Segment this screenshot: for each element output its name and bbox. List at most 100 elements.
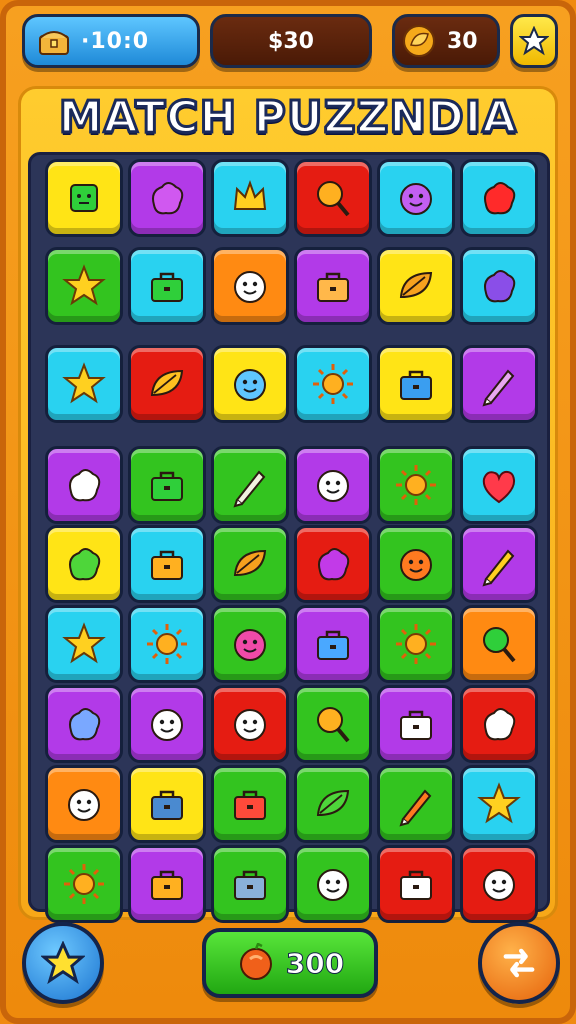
tile-r9-c4[interactable] xyxy=(294,845,372,923)
tile-r5-c1[interactable] xyxy=(45,525,123,603)
green-star-icon xyxy=(62,622,106,664)
tile-r6-c5[interactable] xyxy=(377,605,455,683)
tile-r6-c2[interactable] xyxy=(128,605,206,683)
tile-r2-c5[interactable] xyxy=(377,247,455,325)
blob-icon xyxy=(318,548,350,581)
favorite-star-button[interactable] xyxy=(510,14,558,68)
tile-r4-c2[interactable] xyxy=(128,446,206,524)
tile-board xyxy=(28,152,550,923)
tile-r4-c1[interactable] xyxy=(45,446,123,524)
tile-r8-c3[interactable] xyxy=(211,765,289,843)
tile-r3-c1[interactable] xyxy=(45,345,123,423)
bottle-icon xyxy=(233,470,266,508)
tile-r6-c1[interactable] xyxy=(45,605,123,683)
star-face-icon xyxy=(62,264,106,306)
jellybean-icon xyxy=(484,182,516,215)
crown-icon xyxy=(233,180,267,210)
tile-r8-c6[interactable] xyxy=(460,765,538,843)
tile-r7-c5[interactable] xyxy=(377,685,455,763)
lollipop-icon xyxy=(483,627,516,663)
tile-r2-c1[interactable] xyxy=(45,247,123,325)
tile-r9-c6[interactable] xyxy=(460,845,538,923)
smiley-icon xyxy=(483,869,515,901)
tile-r9-c5[interactable] xyxy=(377,845,455,923)
smiley-pin-icon xyxy=(317,707,350,743)
flower-icon xyxy=(477,782,521,824)
tile-r4-c3[interactable] xyxy=(211,446,289,524)
tile-r9-c2[interactable] xyxy=(128,845,206,923)
tile-r5-c3[interactable] xyxy=(211,525,289,603)
tile-r7-c4[interactable] xyxy=(294,685,372,763)
battery-icon xyxy=(151,790,183,820)
bean-icon xyxy=(69,708,101,741)
star-icon xyxy=(519,26,549,56)
tile-r7-c6[interactable] xyxy=(460,685,538,763)
sun-icon xyxy=(64,864,104,904)
tile-r6-c4[interactable] xyxy=(294,605,372,683)
tile-r2-c3[interactable] xyxy=(211,247,289,325)
sun-icon xyxy=(147,624,187,664)
tile-r7-c1[interactable] xyxy=(45,685,123,763)
tile-r3-c2[interactable] xyxy=(128,345,206,423)
tile-r6-c6[interactable] xyxy=(460,605,538,683)
deer-icon xyxy=(150,369,184,397)
tile-r4-c5[interactable] xyxy=(377,446,455,524)
croissant-icon xyxy=(233,549,267,577)
tile-r1-c6[interactable] xyxy=(460,159,538,237)
timer-display: ·10:0 xyxy=(22,14,200,68)
tile-r5-c6[interactable] xyxy=(460,525,538,603)
tile-r2-c6[interactable] xyxy=(460,247,538,325)
tile-r5-c4[interactable] xyxy=(294,525,372,603)
tile-r8-c1[interactable] xyxy=(45,765,123,843)
tile-r9-c3[interactable] xyxy=(211,845,289,923)
ghost-face-icon xyxy=(151,709,183,741)
tile-r2-c4[interactable] xyxy=(294,247,372,325)
tile-r8-c2[interactable] xyxy=(128,765,206,843)
tile-r1-c1[interactable] xyxy=(45,159,123,237)
tile-r1-c5[interactable] xyxy=(377,159,455,237)
tile-r4-c4[interactable] xyxy=(294,446,372,524)
tile-r7-c2[interactable] xyxy=(128,685,206,763)
bonus-value: 300 xyxy=(285,946,345,980)
hammer-icon xyxy=(399,789,432,827)
potted-plant-icon xyxy=(400,370,432,400)
tile-r5-c5[interactable] xyxy=(377,525,455,603)
treasure-chest-icon xyxy=(39,31,69,55)
shuffle-arrow-icon xyxy=(503,948,535,978)
tile-r8-c5[interactable] xyxy=(377,765,455,843)
tile-r3-c4[interactable] xyxy=(294,345,372,423)
tile-r1-c4[interactable] xyxy=(294,159,372,237)
bag-icon xyxy=(151,471,183,501)
croissant-icon xyxy=(399,271,433,299)
pig-icon xyxy=(484,708,516,741)
tile-r3-c6[interactable] xyxy=(460,345,538,423)
heart-icon xyxy=(482,470,516,504)
briefcase-icon xyxy=(151,272,183,302)
coin-text: 30 xyxy=(447,28,478,54)
tile-r1-c2[interactable] xyxy=(128,159,206,237)
leaf-icon xyxy=(316,789,350,817)
tile-r6-c3[interactable] xyxy=(211,605,289,683)
tile-r7-c3[interactable] xyxy=(211,685,289,763)
score-display: $30 xyxy=(210,14,372,68)
tile-r3-c3[interactable] xyxy=(211,345,289,423)
pumpkin-face-icon xyxy=(400,549,432,581)
leaf-coin-icon xyxy=(403,25,435,57)
card-icon xyxy=(400,710,432,740)
starfish-icon xyxy=(62,362,106,404)
hint-button[interactable] xyxy=(22,922,104,1004)
tile-r4-c6[interactable] xyxy=(460,446,538,524)
coin-counter: 30 xyxy=(392,14,500,68)
mouse-toy-icon xyxy=(482,369,515,407)
tile-r3-c5[interactable] xyxy=(377,345,455,423)
tile-r5-c2[interactable] xyxy=(128,525,206,603)
tile-r1-c3[interactable] xyxy=(211,159,289,237)
cloud-icon xyxy=(69,469,101,502)
tile-r8-c4[interactable] xyxy=(294,765,372,843)
bonus-button[interactable]: 300 xyxy=(202,928,378,998)
tile-r2-c2[interactable] xyxy=(128,247,206,325)
shuffle-button[interactable] xyxy=(478,922,560,1004)
tile-r9-c1[interactable] xyxy=(45,845,123,923)
spiral-shell-icon xyxy=(484,270,516,303)
green-cube-icon xyxy=(70,184,98,212)
